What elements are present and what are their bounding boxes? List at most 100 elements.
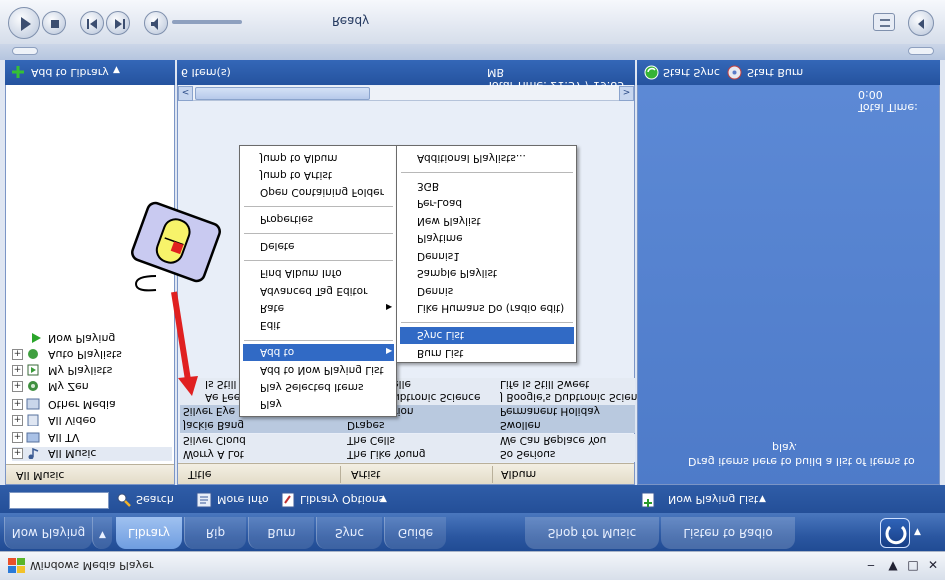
submenu-item-playlist[interactable]: 3GB [417,180,439,192]
scroll-right-button[interactable]: > [619,86,634,101]
nav-item-all-music[interactable]: + All Music [12,447,172,461]
column-header-artist[interactable]: Artist [351,468,380,481]
previous-button[interactable] [80,11,104,35]
tab-label: Rip [205,526,226,540]
nav-item-label: My Playlists [48,364,113,377]
menu-item-advanced-tag-editor[interactable]: Advanced Tag Editor [260,285,367,297]
expand-icon[interactable]: + [12,381,23,392]
tab-now-playing-menu[interactable]: ▲ [92,517,112,549]
right-collapse-handle[interactable] [908,47,934,55]
add-to-library-button[interactable]: Add to Library [31,66,109,79]
nav-item-label: Auto Playlists [48,348,122,361]
table-row[interactable]: Jackie Bang Drapes Swollen [180,419,635,433]
player-logo-icon[interactable] [880,518,910,548]
tab-listen-to-radio[interactable]: Listen to Radio [661,517,795,549]
tab-sync[interactable]: Sync [316,517,382,549]
menu-item-delete[interactable]: Delete [260,240,295,252]
search-button[interactable]: Search [136,493,174,506]
expand-icon[interactable]: + [12,415,23,426]
nav-item-label: All Video [48,414,96,427]
play-button[interactable] [8,7,40,39]
now-playing-list-button[interactable]: Now Playing List [668,493,758,506]
menu-item-jump-to-album[interactable]: Jump to Album [260,152,338,164]
menu-item-play-selected[interactable]: Play Selected Items [260,381,363,393]
expand-icon[interactable]: + [12,448,23,459]
column-divider[interactable] [340,466,341,483]
left-collapse-handle[interactable] [12,47,38,55]
logo-swirl [885,525,907,545]
context-menu: Play Play Selected Items Add to Now Play… [239,145,397,417]
tab-library[interactable]: Library [116,517,182,549]
close-button[interactable]: ✕ [924,557,942,574]
start-burn-button[interactable]: Start Burn [747,66,803,79]
search-input[interactable] [9,492,109,509]
column-divider[interactable] [492,466,493,483]
table-row[interactable]: Worry A Lot The Like Young So Serious [180,448,635,462]
more-info-button[interactable]: More Info [217,493,269,506]
nav-item-other-media[interactable]: + Other Media [12,398,172,412]
menu-item-play[interactable]: Play [260,398,282,410]
menu-separator [244,340,393,341]
maximize-button[interactable]: ▲ [884,557,902,574]
stop-button[interactable] [42,11,66,35]
search-icon[interactable] [116,492,132,508]
scroll-thumb[interactable] [195,87,370,100]
center-pane-header: 6 Item(s) Total Time: 21:37 / 19.85 MB [177,60,635,92]
chevron-up-icon[interactable]: ▲ [914,527,921,537]
menu-item-add-to[interactable]: Add to [260,346,294,358]
column-header-title[interactable]: Title [188,468,212,481]
expand-icon[interactable]: + [12,365,23,376]
expand-icon[interactable]: + [12,432,23,443]
submenu-item-playlist[interactable]: Per-Load [417,197,462,209]
table-row[interactable]: Silver Cloud The Cells We Can Replace Yo… [180,434,635,448]
tab-now-playing[interactable]: Now Playing [4,517,92,549]
column-header-album[interactable]: Album [501,468,536,481]
tab-rip[interactable]: Rip [184,517,246,549]
library-options-button[interactable]: Library Options [300,493,384,506]
expand-icon[interactable]: + [12,399,23,410]
restore-button[interactable]: □ [904,557,922,574]
nav-item-all-video[interactable]: + All Video [12,414,172,428]
chevron-down-icon: ▲ [113,65,120,75]
submenu-item-playlist[interactable]: Playtime [417,232,463,244]
scroll-left-button[interactable]: < [178,86,193,101]
transport-bar: Ready [0,0,945,46]
window-title: Windows Media Player [30,559,154,572]
submenu-item-playlist[interactable]: Sample Playlist [417,267,497,279]
status-text: Ready [332,14,370,28]
next-button[interactable] [106,11,130,35]
tab-guide[interactable]: Guide [384,517,446,549]
play-triangle-icon [32,333,41,343]
menu-item-open-folder[interactable]: Open Containing Folder [260,186,384,198]
submenu-item-sync-list[interactable]: Sync List [417,329,464,341]
pane-resize-strip [0,44,945,60]
menu-item-add-to-now-playing[interactable]: Add to Now Playing List [260,364,384,376]
tab-shop-for-music[interactable]: Shop for Music [525,517,659,549]
horizontal-scrollbar[interactable]: < > [178,86,634,101]
submenu-item-additional-playlists[interactable]: Additional Playlists... [417,152,526,164]
music-note-icon [28,447,39,459]
tab-burn[interactable]: Burn [248,517,314,549]
nav-item-all-tv[interactable]: + All TV [12,431,172,445]
sync-icon [644,65,659,80]
submenu-item-burn-list[interactable]: Burn List [417,347,463,359]
start-sync-button[interactable]: Start Sync [663,66,720,79]
volume-slider[interactable] [172,20,242,24]
expand-icon[interactable]: + [12,349,23,360]
minimize-button[interactable]: ‒ [862,557,880,574]
menu-item-properties[interactable]: Properties [260,213,313,225]
submenu-item-playlist[interactable]: Like Humans Do (radio edit) [417,302,564,314]
submenu-item-playlist[interactable]: Dennis1 [417,250,460,262]
menu-item-jump-to-artist[interactable]: Jump to Artist [260,169,332,181]
menu-item-edit[interactable]: Edit [260,319,280,331]
menu-item-rate[interactable]: Rate [260,302,284,314]
previous-icon [87,19,97,29]
menu-item-find-album-info[interactable]: Find Album Info [260,267,342,279]
left-pane-footer: All Music [6,464,174,484]
submenu-item-playlist[interactable]: New Playlist [417,215,481,227]
nav-item-label: All TV [48,431,80,444]
submenu-item-playlist[interactable]: Dennis [417,285,453,297]
back-button[interactable] [908,10,934,36]
compact-mode-button[interactable] [873,13,895,31]
mute-button[interactable] [144,11,168,35]
